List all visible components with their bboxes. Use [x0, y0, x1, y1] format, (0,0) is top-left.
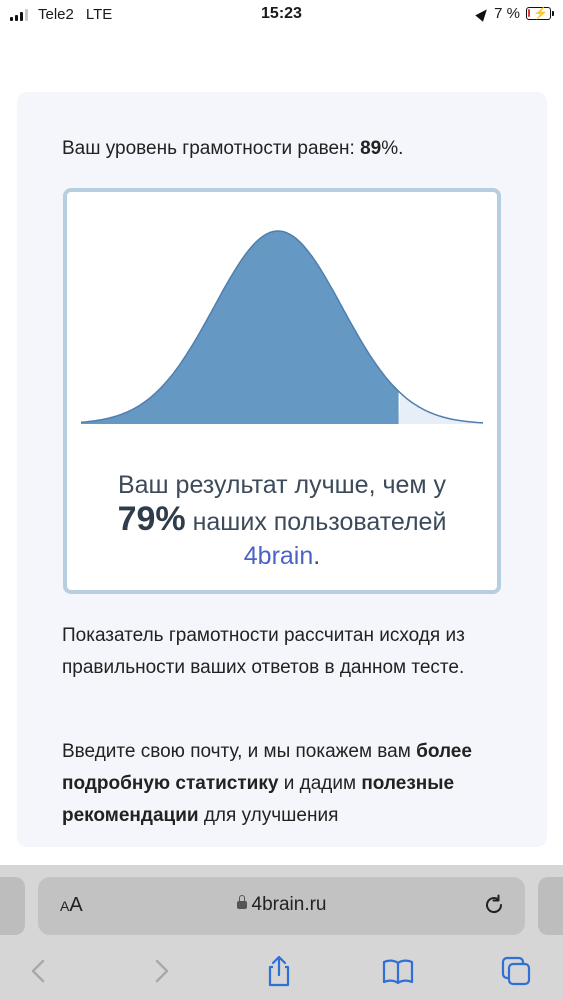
- curve-area-unfilled: [398, 393, 483, 424]
- battery-level: [528, 9, 530, 17]
- status-right: 7 % ⚡: [475, 5, 554, 22]
- level-value: 89: [360, 138, 382, 159]
- share-icon[interactable]: [262, 954, 296, 988]
- lock-icon: [236, 895, 247, 909]
- reload-icon[interactable]: [481, 892, 507, 918]
- level-suffix: %.: [381, 138, 404, 159]
- prompt-text-3: для улучшения: [198, 805, 339, 826]
- brand-name: 4brain: [243, 542, 314, 570]
- tabs-icon[interactable]: [499, 954, 533, 988]
- safari-toolbar: [0, 950, 563, 995]
- result-text: Ваш результат лучше, чем у 79% наших пол…: [67, 468, 497, 573]
- prompt-text-1: Введите свою почту, и мы покажем вам: [62, 741, 417, 762]
- location-arrow-icon: [475, 5, 491, 22]
- result-percent: 79%: [117, 500, 186, 538]
- result-line1: Ваш результат лучше, чем у: [117, 471, 447, 499]
- next-tab-preview[interactable]: [538, 877, 563, 935]
- level-prefix: Ваш уровень грамотности равен:: [62, 138, 361, 159]
- previous-tab-preview[interactable]: [0, 877, 25, 935]
- result-box: Ваш результат лучше, чем у 79% наших пол…: [63, 188, 501, 594]
- address-bar[interactable]: AA 4brain.ru: [38, 877, 525, 935]
- status-bar: Tele2 LTE 15:23 7 % ⚡: [0, 0, 563, 30]
- result-line3: 4brain.: [67, 539, 497, 573]
- back-icon[interactable]: [22, 954, 56, 988]
- prompt-text-2: и дадим: [278, 773, 362, 794]
- url-display[interactable]: 4brain.ru: [38, 894, 525, 916]
- battery-percent: 7 %: [494, 5, 520, 22]
- bookmarks-icon[interactable]: [381, 954, 415, 988]
- brand-suffix: .: [313, 542, 321, 570]
- result-line2-rest: наших пользователей: [185, 508, 447, 536]
- safari-bottom-bar: AA 4brain.ru: [0, 865, 563, 1000]
- forward-icon[interactable]: [144, 954, 178, 988]
- explanation-paragraph: Показатель грамотности рассчитан исходя …: [62, 625, 465, 678]
- literacy-level: Ваш уровень грамотности равен: 89%.: [62, 138, 403, 160]
- email-prompt-paragraph: Введите свою почту, и мы покажем вам бол…: [62, 736, 512, 832]
- result-line2: 79% наших пользователей: [67, 502, 497, 539]
- curve-area-filled: [81, 231, 399, 424]
- battery-icon: ⚡: [526, 6, 554, 20]
- result-card: Ваш уровень грамотности равен: 89%. Ваш …: [17, 92, 547, 847]
- url-text: 4brain.ru: [251, 894, 327, 915]
- charging-bolt-icon: ⚡: [533, 6, 548, 20]
- distribution-chart: [81, 230, 483, 424]
